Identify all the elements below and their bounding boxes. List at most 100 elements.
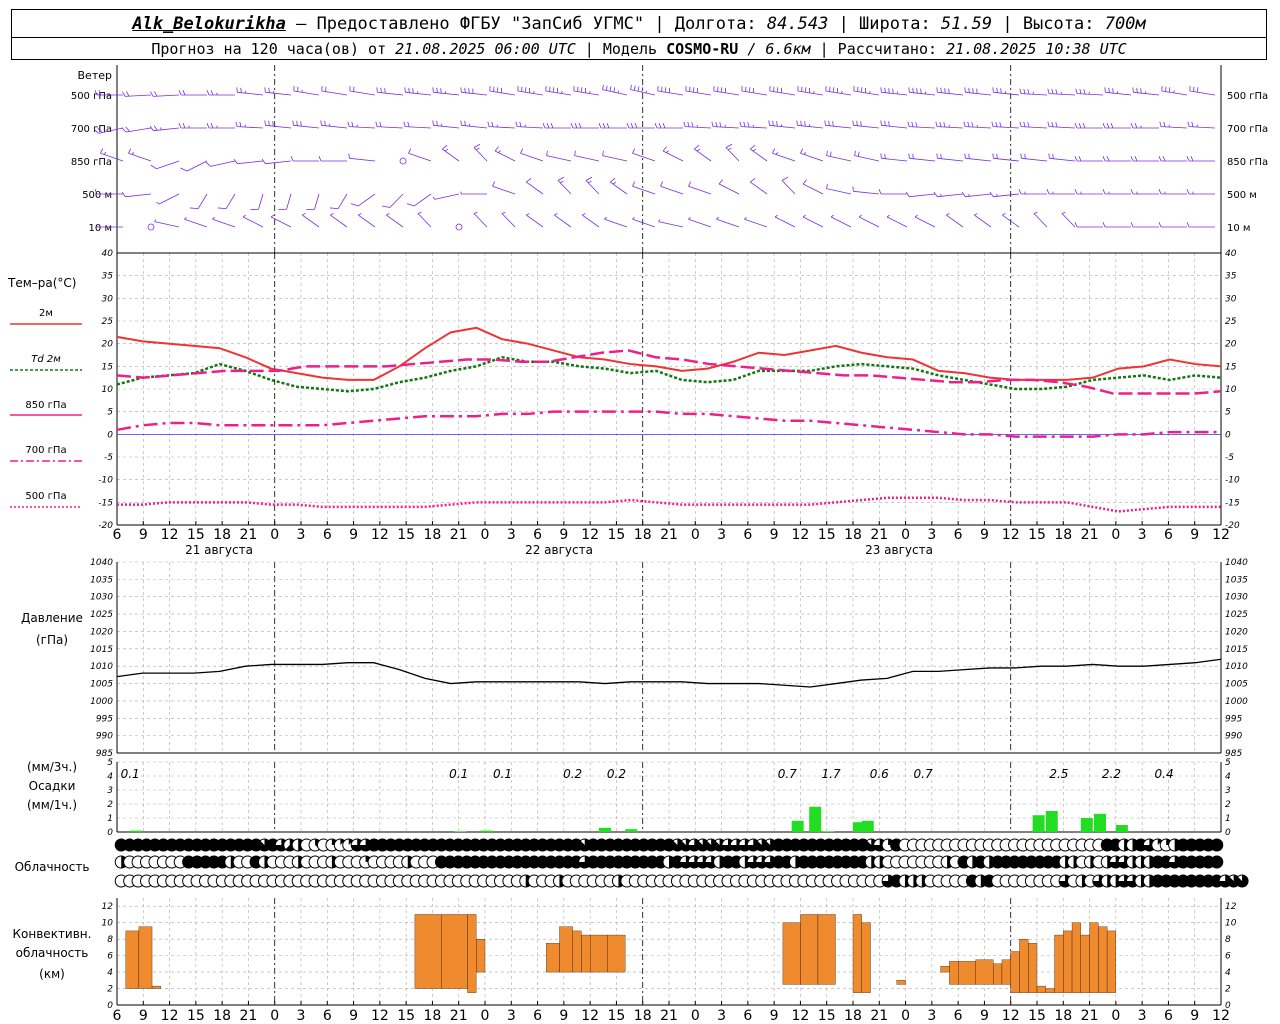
wind-level-850hpa-left: 850 гПа xyxy=(71,157,112,168)
wind-barb-feather xyxy=(944,88,946,94)
wind-barb-staff xyxy=(442,148,460,162)
precip-title-3: (мм/1ч.) xyxy=(27,798,77,812)
wind-barb-feather xyxy=(739,121,742,127)
wind-barb-half xyxy=(244,90,247,94)
wind-barb-feather xyxy=(940,153,942,159)
wind-barb-staff xyxy=(158,193,180,205)
wind-barb-feather xyxy=(494,146,499,152)
wind-barb-half xyxy=(270,214,274,218)
hour-label: 15 xyxy=(187,1008,205,1024)
hour-label: 21 xyxy=(870,527,888,543)
conv-bar xyxy=(975,959,994,985)
wind-barb-half xyxy=(1173,90,1175,93)
hour-label: 18 xyxy=(213,1008,231,1024)
hour-label: 9 xyxy=(1190,527,1199,543)
wind-barb-half xyxy=(1002,213,1006,216)
hour-label: 6 xyxy=(1164,1008,1173,1024)
pressure-tick-left: 1035 xyxy=(90,575,113,585)
wind-barb-feather xyxy=(235,121,238,127)
wind-barb-half xyxy=(812,90,815,94)
wind-barb-feather xyxy=(935,121,938,127)
temp-tick-right: 25 xyxy=(1225,317,1237,327)
wind-barb-half xyxy=(830,214,834,218)
wind-barb-feather xyxy=(884,153,886,159)
precip-label: 2.2 xyxy=(1102,767,1121,781)
conv-bar xyxy=(993,963,1003,985)
conv-bar xyxy=(441,914,468,989)
wind-barb-feather xyxy=(662,123,666,129)
precip-bar xyxy=(480,830,493,832)
conv-title-2: облачность xyxy=(16,946,89,960)
conv-bar xyxy=(800,914,819,985)
hour-label: 15 xyxy=(818,527,836,543)
wind-barb-feather xyxy=(976,88,978,94)
wind-barb-feather xyxy=(272,121,274,127)
wind-barb-staff xyxy=(349,157,376,162)
wind-barb-staff xyxy=(853,190,880,195)
wind-barb-feather xyxy=(350,203,359,207)
hour-label: 21 xyxy=(660,527,678,543)
wind-barb-feather xyxy=(912,153,914,159)
wind-barb-half xyxy=(358,213,362,216)
cloud-fill-full xyxy=(1210,856,1223,868)
hour-label: 18 xyxy=(424,1008,442,1024)
hour-label: 9 xyxy=(349,1008,358,1024)
conv-bar xyxy=(1080,934,1090,993)
wind-barb-feather xyxy=(574,150,576,156)
hour-label: 15 xyxy=(397,1008,415,1024)
wind-barb-staff xyxy=(750,148,768,162)
conv-tick-left: 8 xyxy=(107,935,113,945)
wind-barb-staff xyxy=(610,181,628,195)
precip-label: 0.7 xyxy=(778,767,797,781)
wind-barb-half xyxy=(156,201,160,205)
precip-tick-right: 1 xyxy=(1225,814,1231,824)
wind-barb-feather xyxy=(178,123,182,129)
temp-tick-left: -20 xyxy=(98,521,113,531)
wind-barb-feather xyxy=(948,88,950,94)
wind-barb-feather xyxy=(1112,88,1114,94)
wind-barb-feather xyxy=(585,176,593,181)
precip-tick-left: 0 xyxy=(107,828,113,838)
temp-tick-left: 5 xyxy=(107,408,113,418)
wind-barb-staff xyxy=(494,150,516,162)
wind-barb-half xyxy=(475,147,480,150)
temp-tick-left: 20 xyxy=(102,340,114,350)
wind-barb-feather xyxy=(826,183,828,189)
hour-label: 21 xyxy=(870,1008,888,1024)
wind-barb-feather xyxy=(715,121,718,127)
wind-barb-feather xyxy=(408,148,412,154)
conv-bar xyxy=(1001,959,1011,985)
wind-barb-staff xyxy=(830,216,852,228)
wind-barb-feather xyxy=(150,164,157,170)
wind-barb-feather xyxy=(968,153,970,159)
wind-barb-feather xyxy=(1130,222,1134,228)
wind-barb-feather xyxy=(743,121,746,127)
temp-tick-left: -5 xyxy=(104,453,113,463)
wind-barb-feather xyxy=(1102,156,1106,162)
wind-barb-staff xyxy=(242,216,264,228)
wind-barb-feather xyxy=(772,120,774,126)
wind-barb-feather xyxy=(1078,156,1082,162)
wind-barb-feather xyxy=(768,120,770,126)
wind-barb-feather xyxy=(1110,123,1114,129)
hour-label: 21 xyxy=(240,527,258,543)
wind-barb-feather xyxy=(1024,153,1026,159)
wind-barb-half xyxy=(242,214,246,218)
wind-barb-feather xyxy=(772,148,776,154)
temp-tick-left: 0 xyxy=(107,430,113,440)
wind-barb-half xyxy=(808,124,811,127)
wind-barb-feather xyxy=(1078,123,1082,129)
wind-barb-feather xyxy=(828,120,830,126)
wind-barb-staff xyxy=(414,193,432,207)
pressure-tick-left: 1040 xyxy=(90,558,113,568)
conv-bar xyxy=(957,961,976,985)
wind-barb-feather xyxy=(1162,156,1166,162)
wind-barb-staff xyxy=(632,185,656,195)
wind-barb-feather xyxy=(406,203,415,207)
convective-bars xyxy=(125,914,1117,993)
wind-barb-half xyxy=(886,214,890,218)
wind-barb-feather xyxy=(641,87,644,93)
temp-tick-right: 30 xyxy=(1225,294,1237,304)
wind-barb-half xyxy=(131,152,135,155)
conv-tick-right: 6 xyxy=(1225,952,1231,962)
